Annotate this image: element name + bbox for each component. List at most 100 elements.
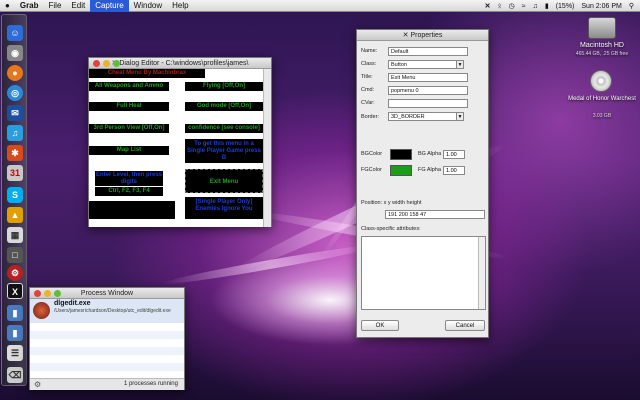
dialog-button-flying[interactable]: Flying [Off,On] (185, 82, 263, 91)
battery-percent[interactable]: (15%) (556, 3, 575, 10)
cmd-field[interactable]: popmenu 0 (388, 86, 468, 95)
process-window: Process Window dlgedit.exe /Users/jamesr… (29, 287, 185, 390)
apple-menu-icon[interactable]: ● (0, 0, 15, 12)
dialog-editor-titlebar[interactable]: ✕ Dialog Editor - C:\windows\profiles\ja… (89, 58, 271, 69)
dialog-button-enter-level[interactable]: Enter Level, then press digits (95, 171, 163, 186)
dvd-label[interactable]: Medal of Honor Warchest (565, 96, 639, 102)
bluetooth-icon[interactable]: ᛟ (497, 3, 501, 10)
dialog-button-map-list[interactable]: Map List (89, 146, 169, 155)
close-icon[interactable] (34, 290, 41, 297)
cancel-button[interactable]: Cancel (445, 320, 485, 331)
textarea-scrollbar[interactable] (478, 237, 485, 309)
x11-icon[interactable]: X (7, 283, 23, 299)
bgalpha-label: BG Alpha (418, 151, 442, 157)
process-path: /Users/jamesrichardson/Desktop/utc_edit/… (54, 308, 171, 314)
skype-icon[interactable]: S (7, 187, 23, 203)
ok-button[interactable]: OK (361, 320, 399, 331)
ical-icon[interactable]: 31 (7, 165, 23, 181)
dialog-button-single-player-info[interactable]: To get this menu in a Single Player Game… (185, 139, 263, 163)
zoom-icon[interactable] (113, 60, 120, 67)
class-select[interactable]: Button ▼ (388, 60, 464, 69)
fgcolor-label: FGColor (361, 167, 382, 173)
dialog-button-3rd-person[interactable]: 3rd Person View [Off,On] (89, 124, 169, 133)
x11-icon[interactable]: ✕ (485, 2, 491, 10)
dialog-button-confidence[interactable]: confidence [see console] (185, 124, 263, 133)
position-field[interactable]: 191 200 158 47 (385, 210, 485, 219)
battery-icon[interactable]: ▮ (545, 2, 549, 10)
menu-file[interactable]: File (44, 0, 67, 12)
minimize-icon[interactable] (44, 290, 51, 297)
system-prefs-icon[interactable]: ⚙ (7, 265, 23, 281)
itunes-icon[interactable]: ♫ (7, 125, 23, 141)
properties-title: Properties (410, 32, 443, 39)
stack-icon[interactable]: ☰ (7, 345, 23, 361)
close-icon[interactable] (93, 60, 100, 67)
title-label: Title: (361, 74, 373, 80)
chevron-down-icon[interactable]: ▼ (456, 60, 464, 69)
zoom-icon[interactable] (54, 290, 61, 297)
fgalpha-field[interactable]: 1.00 (443, 166, 465, 175)
minimize-icon[interactable] (103, 60, 110, 67)
harddisk-label[interactable]: Macintosh HD (565, 42, 639, 49)
menu-capture[interactable]: Capture (90, 0, 129, 12)
menu-app-grab[interactable]: Grab (15, 0, 44, 12)
dialog-button-title[interactable]: Cheat Menu By Machinbrax (89, 69, 205, 78)
title-field[interactable]: Exit Menu (388, 73, 468, 82)
menu-bar: ● Grab File Edit Capture Window Help ✕ ᛟ… (0, 0, 640, 12)
terminal-icon[interactable]: □ (7, 247, 23, 263)
dialog-scrollbar[interactable] (263, 69, 271, 227)
firefox-icon[interactable]: ● (7, 65, 23, 81)
properties-window: ✕ Properties Name: Default Class: Button… (356, 29, 489, 338)
name-field[interactable]: Default (388, 47, 468, 56)
dialog-button-weapons[interactable]: All Weapons and Ammo (89, 82, 169, 91)
process-status: 1 processes running (123, 381, 178, 387)
process-statusbar: ⚙ 1 processes running (30, 378, 184, 390)
process-row[interactable]: dlgedit.exe /Users/jamesrichardson/Deskt… (30, 299, 184, 323)
fgcolor-swatch[interactable] (390, 165, 412, 176)
mail-icon[interactable]: ✉ (7, 105, 23, 121)
safari-icon[interactable]: ◎ (7, 85, 23, 101)
stickies-icon[interactable]: ▲ (7, 207, 23, 223)
dialog-button-ctrl-keys[interactable]: Ctrl, F2, F3, F4 (95, 187, 163, 196)
menu-edit[interactable]: Edit (66, 0, 90, 12)
clock[interactable]: Sun 2:06 PM (581, 3, 621, 10)
documents-icon[interactable]: ▮ (7, 325, 23, 341)
folder-icon[interactable]: ▮ (7, 305, 23, 321)
process-titlebar[interactable]: Process Window (30, 288, 184, 299)
border-select[interactable]: 3D_BORDER ▼ (388, 112, 464, 121)
bgalpha-field[interactable]: 1.00 (443, 150, 465, 159)
cvar-field[interactable] (388, 99, 468, 108)
app-icon[interactable]: ✱ (7, 145, 23, 161)
dvd-size: 3.03 GB (592, 113, 612, 119)
dialog-button-blank[interactable] (89, 201, 175, 219)
class-label: Class: (361, 61, 377, 67)
iphoto-icon[interactable]: ▦ (7, 227, 23, 243)
dialog-button-enemies-ignore[interactable]: [Single Player Only] Enemies Ignore You (185, 197, 263, 219)
timemachine-icon[interactable]: ◷ (509, 2, 515, 10)
bgcolor-swatch[interactable] (390, 149, 412, 160)
dvd-icon[interactable] (590, 70, 612, 92)
dock: ☺ ◉ ● ◎ ✉ ♫ ✱ 31 S ▲ ▦ □ ⚙ X ▮ ▮ ☰ ⌫ (1, 14, 27, 386)
gear-icon[interactable]: ⚙ (34, 380, 41, 389)
dialog-button-exit-menu[interactable]: Exit Menu (185, 169, 263, 193)
bgcolor-label: BGColor (361, 151, 383, 157)
volume-icon[interactable]: ♫ (533, 3, 538, 10)
chevron-down-icon[interactable]: ▼ (456, 112, 464, 121)
properties-titlebar[interactable]: ✕ Properties (357, 30, 488, 41)
dialog-button-full-heal[interactable]: Full Heal (89, 102, 169, 111)
finder-icon[interactable]: ☺ (7, 25, 23, 41)
class-specific-textarea[interactable] (361, 236, 486, 310)
trash-icon[interactable]: ⌫ (7, 367, 23, 383)
dialog-button-god-mode[interactable]: God mode [Off,On] (185, 102, 263, 111)
class-specific-label: Class-specific attributes: (361, 226, 421, 232)
process-list-area[interactable] (30, 323, 184, 378)
menu-help[interactable]: Help (167, 0, 193, 12)
class-value: Button (391, 62, 407, 68)
dashboard-icon[interactable]: ◉ (7, 45, 23, 61)
harddisk-icon[interactable] (588, 17, 616, 39)
dialog-canvas[interactable]: Cheat Menu By Machinbrax All Weapons and… (89, 69, 265, 227)
menu-window[interactable]: Window (129, 0, 167, 12)
position-label: Position: x y width height (361, 200, 422, 206)
wifi-icon[interactable]: ≈ (522, 3, 526, 10)
spotlight-icon[interactable]: ⚲ (629, 2, 634, 10)
